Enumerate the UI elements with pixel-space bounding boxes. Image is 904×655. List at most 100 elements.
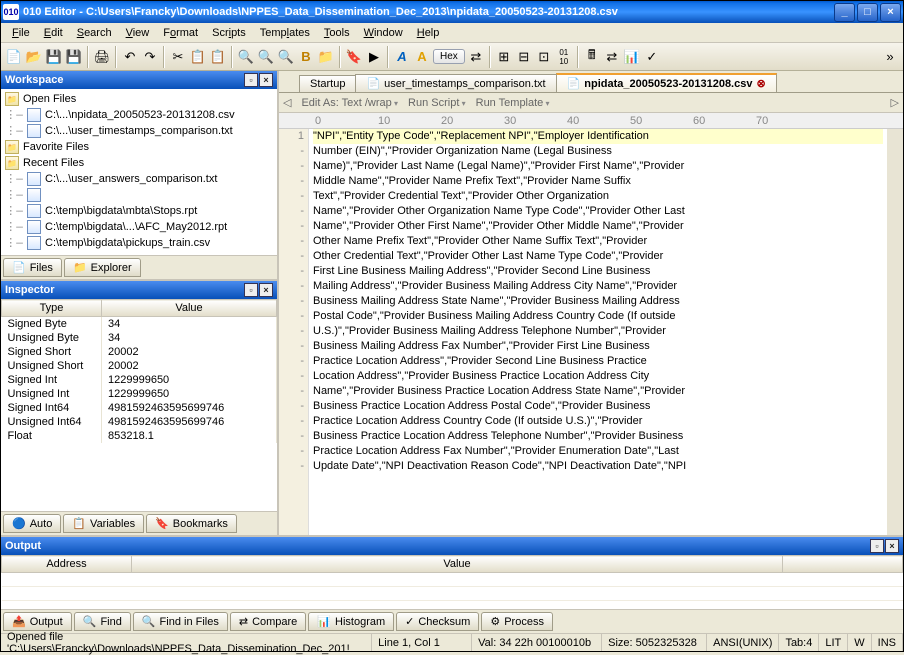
code-line[interactable]: Postal Code","Provider Business Mailing …: [313, 309, 883, 324]
status-tab[interactable]: Tab:4: [779, 634, 819, 651]
minimize-button[interactable]: _: [834, 3, 855, 22]
text-editor[interactable]: 1---------------------- "NPI","Entity Ty…: [279, 129, 903, 535]
inspector-tab-variables[interactable]: 📋Variables: [63, 514, 144, 533]
highlight-icon[interactable]: A: [413, 48, 431, 66]
tree-group[interactable]: 📁Favorite Files: [1, 139, 277, 155]
tree-group[interactable]: 📁Open Files: [1, 91, 277, 107]
code-line[interactable]: Other Credential Text","Provider Other L…: [313, 249, 883, 264]
output-tab-checksum[interactable]: ✓Checksum: [396, 612, 479, 631]
panel-float-button[interactable]: ▫: [244, 283, 258, 297]
code-line[interactable]: Update Date","NPI Deactivation Reason Co…: [313, 459, 883, 474]
output-tab-compare[interactable]: ⇄Compare: [230, 612, 306, 631]
inspector-row[interactable]: Unsigned Byte34: [2, 331, 277, 345]
code-line[interactable]: Business Mailing Address Fax Number","Pr…: [313, 339, 883, 354]
inspector-row[interactable]: Signed Int644981592463595699746: [2, 401, 277, 415]
goto-icon[interactable]: B: [297, 48, 315, 66]
tree-file[interactable]: ⋮―C:\...\user_answers_comparison.txt: [1, 171, 277, 187]
maximize-button[interactable]: □: [857, 3, 878, 22]
paste-icon[interactable]: 📋: [209, 48, 227, 66]
findfiles-icon[interactable]: 🔍: [277, 48, 295, 66]
panel-float-button[interactable]: ▫: [244, 73, 258, 87]
inspector-row[interactable]: Signed Short20002: [2, 345, 277, 359]
inspector-tab-bookmarks[interactable]: 🔖Bookmarks: [146, 514, 237, 533]
code-line[interactable]: First Line Business Mailing Address","Pr…: [313, 264, 883, 279]
tree-file[interactable]: ⋮―: [1, 187, 277, 203]
code-line[interactable]: Location Address","Provider Business Pra…: [313, 369, 883, 384]
tree-file[interactable]: ⋮―C:\temp\bigdata\pickups_train.csv: [1, 235, 277, 251]
print-icon[interactable]: 🖨: [93, 48, 111, 66]
calc-icon[interactable]: 🖩: [583, 48, 601, 66]
tree-file[interactable]: ⋮―C:\...\npidata_20050523-20131208.csv: [1, 107, 277, 123]
menu-window[interactable]: Window: [357, 25, 410, 41]
redo-icon[interactable]: ↷: [141, 48, 159, 66]
status-endian[interactable]: LIT: [819, 634, 848, 651]
code-line[interactable]: Text","Provider Credential Text","Provid…: [313, 189, 883, 204]
status-mode-w[interactable]: W: [848, 634, 871, 651]
overflow-icon[interactable]: »: [881, 48, 899, 66]
menu-file[interactable]: File: [5, 25, 37, 41]
folder-icon[interactable]: 📁: [317, 48, 335, 66]
new-icon[interactable]: 📄: [5, 48, 23, 66]
code-line[interactable]: Middle Name","Provider Name Prefix Text"…: [313, 174, 883, 189]
layout3-icon[interactable]: ⊡: [535, 48, 553, 66]
code-line[interactable]: Practice Location Address","Provider Sec…: [313, 354, 883, 369]
menu-tools[interactable]: Tools: [317, 25, 357, 41]
menu-edit[interactable]: Edit: [37, 25, 70, 41]
output-tab-process[interactable]: ⚙Process: [481, 612, 553, 631]
hex-mode-button[interactable]: Hex: [433, 49, 465, 64]
menu-help[interactable]: Help: [410, 25, 447, 41]
workspace-tab-files[interactable]: 📄Files: [3, 258, 62, 277]
tab-npidata[interactable]: 📄npidata_20050523-20131208.csv⊗: [556, 73, 777, 92]
open-icon[interactable]: 📂: [25, 48, 43, 66]
tree-file[interactable]: ⋮―C:\temp\bigdata\mbta\Stops.rpt: [1, 203, 277, 219]
font-icon[interactable]: A: [393, 48, 411, 66]
col-type[interactable]: Type: [2, 300, 102, 317]
run-template-dropdown[interactable]: Run Template: [476, 97, 550, 109]
inspector-row[interactable]: Unsigned Int1229999650: [2, 387, 277, 401]
inspector-row[interactable]: Unsigned Short20002: [2, 359, 277, 373]
code-line[interactable]: Name","Provider Business Practice Locati…: [313, 384, 883, 399]
code-line[interactable]: Business Practice Location Address Telep…: [313, 429, 883, 444]
tree-file[interactable]: ⋮―C:\temp\bigdata\...\AFC_May2012.rpt: [1, 219, 277, 235]
code-line[interactable]: Business Practice Location Address Posta…: [313, 399, 883, 414]
inspector-tab-auto[interactable]: 🔵Auto: [3, 514, 61, 533]
compare-icon[interactable]: ⇄: [603, 48, 621, 66]
col-value[interactable]: Value: [132, 556, 783, 573]
menu-format[interactable]: Format: [156, 25, 205, 41]
inspector-row[interactable]: Float853218.1: [2, 429, 277, 443]
code-line[interactable]: Name)","Provider Last Name (Legal Name)"…: [313, 159, 883, 174]
layout2-icon[interactable]: ⊟: [515, 48, 533, 66]
output-tab-findinfiles[interactable]: 🔍Find in Files: [133, 612, 228, 631]
status-encoding[interactable]: ANSI(UNIX): [707, 634, 779, 651]
close-button[interactable]: ×: [880, 3, 901, 22]
tab-usertimestamps[interactable]: 📄user_timestamps_comparison.txt: [355, 74, 556, 92]
code-line[interactable]: Name","Provider Other Organization Name …: [313, 204, 883, 219]
checksum-icon[interactable]: ✓: [643, 48, 661, 66]
saveall-icon[interactable]: 💾: [65, 48, 83, 66]
tab-close-icon[interactable]: ⊗: [756, 77, 765, 90]
run-script-dropdown[interactable]: Run Script: [408, 97, 466, 109]
code-line[interactable]: Name","Provider Other First Name","Provi…: [313, 219, 883, 234]
panel-close-button[interactable]: ×: [259, 73, 273, 87]
output-tab-output[interactable]: 📤Output: [3, 612, 72, 631]
workspace-tab-explorer[interactable]: 📁Explorer: [64, 258, 141, 277]
inspector-row[interactable]: Signed Byte34: [2, 317, 277, 332]
nav-back-icon[interactable]: ◁: [283, 96, 291, 109]
menu-view[interactable]: View: [119, 25, 157, 41]
col-address[interactable]: Address: [2, 556, 132, 573]
histogram-icon[interactable]: 📊: [623, 48, 641, 66]
tree-file[interactable]: ⋮―C:\...\user_timestamps_comparison.txt: [1, 123, 277, 139]
bin-icon[interactable]: 0110: [555, 48, 573, 66]
find-icon[interactable]: 🔍: [237, 48, 255, 66]
menu-search[interactable]: Search: [70, 25, 119, 41]
code-line[interactable]: Business Mailing Address State Name","Pr…: [313, 294, 883, 309]
code-line[interactable]: "NPI","Entity Type Code","Replacement NP…: [313, 129, 883, 144]
code-line[interactable]: Mailing Address","Provider Business Mail…: [313, 279, 883, 294]
panel-close-button[interactable]: ×: [885, 539, 899, 553]
output-tab-find[interactable]: 🔍Find: [74, 612, 131, 631]
save-icon[interactable]: 💾: [45, 48, 63, 66]
tree-group[interactable]: 📁Recent Files: [1, 155, 277, 171]
tab-startup[interactable]: Startup: [299, 75, 356, 92]
code-line[interactable]: Practice Location Address Fax Number","P…: [313, 444, 883, 459]
replace-icon[interactable]: 🔍: [257, 48, 275, 66]
